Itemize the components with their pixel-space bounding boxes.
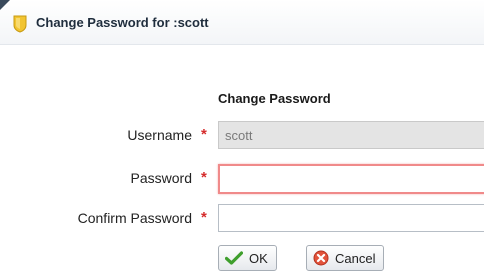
username-label: Username [127, 127, 192, 143]
cancel-button-label: Cancel [335, 250, 376, 266]
password-required-marker: * [201, 169, 207, 186]
password-label: Password [130, 170, 192, 186]
shield-icon [13, 15, 27, 33]
checkmark-icon [225, 251, 243, 265]
dialog-title: Change Password for :scott [36, 15, 209, 30]
section-title: Change Password [218, 91, 331, 106]
confirm-password-field[interactable] [218, 204, 484, 232]
username-required-marker: * [201, 126, 207, 143]
cancel-button[interactable]: Cancel [306, 245, 385, 271]
change-password-dialog: Change Password for :scott Change Passwo… [0, 0, 484, 275]
username-field[interactable] [218, 121, 484, 149]
password-field[interactable] [218, 164, 484, 194]
ok-button[interactable]: OK [218, 245, 277, 271]
confirm-password-label: Confirm Password [77, 210, 192, 226]
corner-mark [0, 0, 10, 10]
confirm-password-required-marker: * [201, 209, 207, 226]
cancel-icon [313, 250, 329, 266]
ok-button-label: OK [249, 250, 268, 266]
dialog-titlebar: Change Password for :scott [0, 0, 484, 45]
